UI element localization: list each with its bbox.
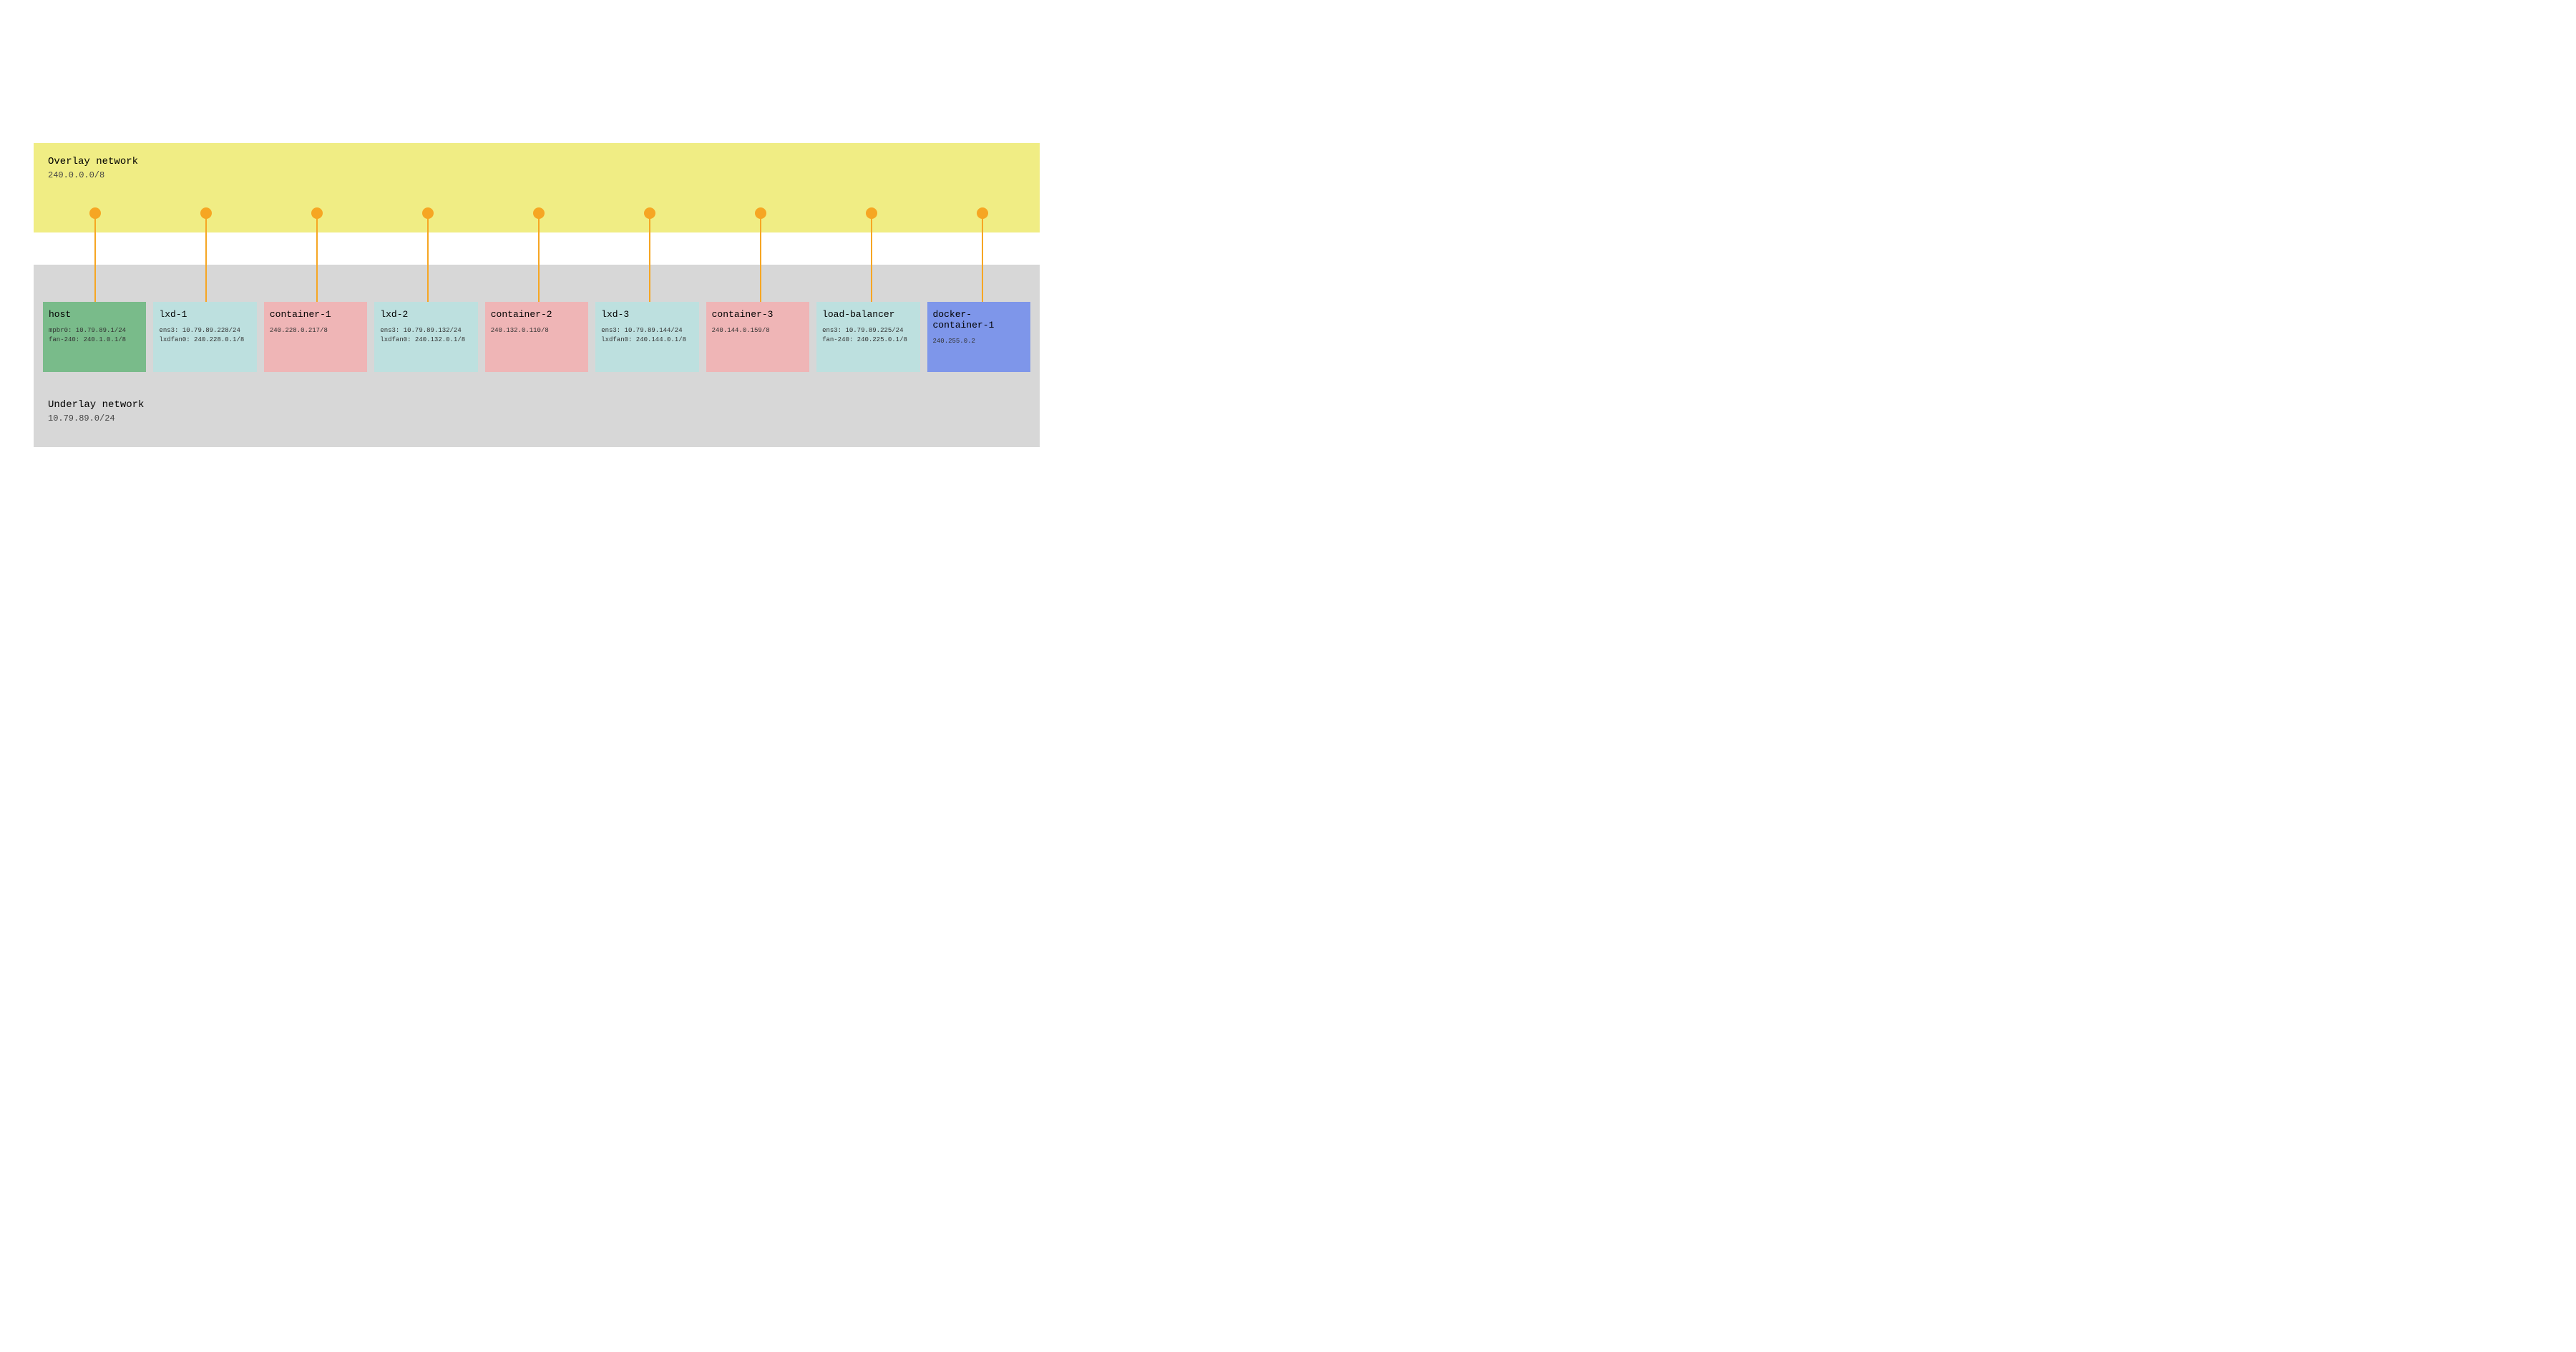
connector-dot [866,207,877,219]
node-name: container-1 [270,309,361,320]
node-detail: 240.255.0.2 [933,338,1025,345]
node-name: container-3 [712,309,804,320]
connector-line [760,213,761,302]
connector-line [982,213,983,302]
node-detail: 240.132.0.110/8 [491,327,582,334]
node-lxd-1: lxd-1 ens3: 10.79.89.228/24 lxdfan0: 240.2… [153,302,256,372]
node-detail: 240.228.0.217/8 [270,327,361,334]
node-name: load-balancer [822,309,914,320]
connector-dot [422,207,434,219]
connector-line [871,213,872,302]
node-detail: lxdfan0: 240.144.0.1/8 [601,336,693,343]
connector-line [205,213,207,302]
overlay-network-title: Overlay network [48,156,1025,167]
connector-line [538,213,540,302]
node-detail: fan-240: 240.1.0.1/8 [49,336,140,343]
node-detail: ens3: 10.79.89.132/24 [380,327,472,334]
connector-dot [644,207,655,219]
node-detail: ens3: 10.79.89.228/24 [159,327,250,334]
overlay-network-band: Overlay network 240.0.0.0/8 [34,143,1040,232]
node-detail: 240.144.0.159/8 [712,327,804,334]
connector-dot [89,207,101,219]
connector-dot [533,207,545,219]
node-name: container-2 [491,309,582,320]
connector-line [94,213,96,302]
connector-line [427,213,429,302]
node-detail: mpbr0: 10.79.89.1/24 [49,327,140,334]
node-name: lxd-1 [159,309,250,320]
node-detail: lxdfan0: 240.228.0.1/8 [159,336,250,343]
connector-line [649,213,650,302]
node-name: lxd-2 [380,309,472,320]
node-name: lxd-3 [601,309,693,320]
node-container-2: container-2 240.132.0.110/8 [485,302,588,372]
node-lxd-2: lxd-2 ens3: 10.79.89.132/24 lxdfan0: 240.1… [374,302,477,372]
connector-dot [200,207,212,219]
connector-line [316,213,318,302]
connector-dot [755,207,766,219]
node-name: docker-container-1 [933,309,1025,330]
node-load-balancer: load-balancer ens3: 10.79.89.225/24 fan-24… [816,302,919,372]
node-docker-container-1: docker-container-1 240.255.0.2 [927,302,1030,372]
node-detail: ens3: 10.79.89.144/24 [601,327,693,334]
nodes-row: host mpbr0: 10.79.89.1/24 fan-240: 240.1.0… [43,302,1030,372]
connector-dot [311,207,323,219]
node-detail: lxdfan0: 240.132.0.1/8 [380,336,472,343]
underlay-network-subtitle: 10.79.89.0/24 [48,413,1025,423]
node-detail: ens3: 10.79.89.225/24 [822,327,914,334]
node-lxd-3: lxd-3 ens3: 10.79.89.144/24 lxdfan0: 240.1… [595,302,698,372]
node-host: host mpbr0: 10.79.89.1/24 fan-240: 240.1.0… [43,302,146,372]
node-name: host [49,309,140,320]
node-detail: fan-240: 240.225.0.1/8 [822,336,914,343]
connector-dot [977,207,988,219]
overlay-network-subtitle: 240.0.0.0/8 [48,170,1025,180]
node-container-1: container-1 240.228.0.217/8 [264,302,367,372]
underlay-network-title: Underlay network [48,399,1025,411]
node-container-3: container-3 240.144.0.159/8 [706,302,809,372]
